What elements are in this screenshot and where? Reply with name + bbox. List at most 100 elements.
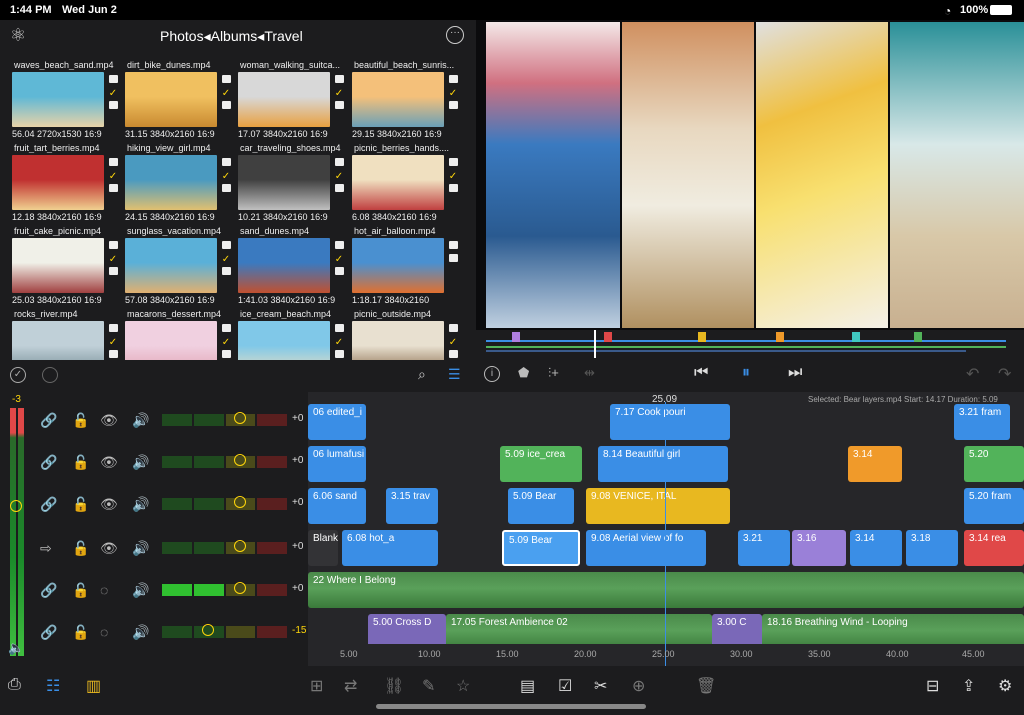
media-thumbnail[interactable]: ice_cream_beach.mp4 ✓ xyxy=(238,309,350,360)
volume-icon[interactable]: 🔊 xyxy=(132,454,149,471)
video-clip[interactable]: 3.14 xyxy=(848,446,902,482)
video-clip[interactable]: 06 edited_i xyxy=(308,404,366,440)
atom-icon[interactable]: ⚛ xyxy=(10,25,26,46)
edit-icon[interactable]: ✎ xyxy=(422,676,435,696)
transition-icon[interactable]: ⇄ xyxy=(344,676,357,696)
audio-clip[interactable]: 3.00 C xyxy=(712,614,762,644)
volume-icon[interactable]: 🔊 xyxy=(132,496,149,513)
layout-icon[interactable]: ⊟ xyxy=(926,676,939,696)
visibility-eye-icon[interactable]: ◌ xyxy=(100,624,108,640)
video-clip[interactable]: 6.08 hot_a xyxy=(342,530,438,566)
more-options-icon[interactable]: ··· xyxy=(446,26,464,44)
media-thumbnail[interactable]: picnic_berries_hands.... 6.08 3840x2160 1… xyxy=(352,143,464,225)
track-volume-slider[interactable] xyxy=(162,412,287,426)
visibility-eye-icon[interactable]: 👁 xyxy=(100,496,118,513)
lock-icon[interactable]: 🔓 xyxy=(72,540,89,557)
track-list-icon[interactable]: ☷ xyxy=(46,676,60,696)
visibility-eye-icon[interactable]: 👁 xyxy=(100,454,118,471)
clip-editor-icon[interactable]: ▤ xyxy=(520,676,535,696)
lock-icon[interactable]: 🔓 xyxy=(72,412,89,429)
link-icon[interactable]: 🔗 xyxy=(40,454,57,471)
volume-knob[interactable] xyxy=(234,454,246,466)
volume-knob[interactable] xyxy=(234,412,246,424)
audio-mixer-icon[interactable]: ▥ xyxy=(86,676,101,696)
overview-playhead[interactable] xyxy=(594,330,596,358)
visibility-eye-icon[interactable]: 👁 xyxy=(100,412,118,429)
skip-back-icon[interactable]: ⏮ xyxy=(694,364,708,382)
main-track-icon[interactable]: ⇨ xyxy=(40,540,52,557)
settings-gear-icon[interactable]: ⚙ xyxy=(998,676,1012,696)
link-icon[interactable]: 🔗 xyxy=(40,624,57,641)
media-thumbnail[interactable]: car_traveling_shoes.mp4 10.21 3840x2160 1… xyxy=(238,143,350,225)
speaker-icon[interactable]: 🔈 xyxy=(8,640,24,656)
add-clip-icon[interactable]: ⊞ xyxy=(310,676,323,696)
media-thumbnail[interactable]: waves_beach_sand.mp4 56.04 2720x1530 16:9… xyxy=(12,60,124,142)
visibility-eye-icon[interactable]: 👁 xyxy=(100,540,118,557)
video-clip[interactable]: 9.08 Aerial view of fo xyxy=(586,530,706,566)
checkmark-circle-icon[interactable]: ✓ xyxy=(10,367,26,383)
video-clip[interactable]: 5.09 Bear xyxy=(502,530,580,566)
video-clip[interactable]: 3.21 fram xyxy=(954,404,1010,440)
media-thumbnail[interactable]: beautiful_beach_sunris... 29.15 3840x2160… xyxy=(352,60,464,142)
media-thumbnail[interactable]: hiking_view_girl.mp4 24.15 3840x2160 16:9… xyxy=(125,143,237,225)
media-thumbnail[interactable]: fruit_tart_berries.mp4 12.18 3840x2160 16… xyxy=(12,143,124,225)
add-marker-icon[interactable]: ⬟ xyxy=(518,365,529,381)
share-icon[interactable]: ⇪ xyxy=(962,676,975,696)
video-clip[interactable]: 3.18 xyxy=(906,530,958,566)
volume-knob[interactable] xyxy=(234,540,246,552)
master-volume-knob[interactable] xyxy=(10,500,22,512)
video-clip[interactable]: 06 lumafusi xyxy=(308,446,366,482)
time-ruler[interactable]: 5.00 10.00 15.00 20.00 25.00 30.00 35.00 40.00 4… xyxy=(308,644,1024,664)
media-thumbnail[interactable]: fruit_cake_picnic.mp4 25.03 3840x2160 16:… xyxy=(12,226,124,308)
add-icon[interactable]: ⊕ xyxy=(632,676,645,696)
video-clip[interactable]: 3.14 rea xyxy=(964,530,1024,566)
video-clip[interactable]: 8.14 Beautiful girl xyxy=(598,446,728,482)
video-clip[interactable]: 9.08 VENICE, ITAL xyxy=(586,488,730,524)
media-thumbnail[interactable]: hot_air_balloon.mp4 1:18.17 3840x2160 xyxy=(352,226,464,308)
video-clip[interactable]: 3.16 xyxy=(792,530,846,566)
skip-forward-icon[interactable]: ⏭ xyxy=(788,364,802,382)
select-icon[interactable]: ☑ xyxy=(558,676,572,696)
video-clip[interactable]: 6.06 sand xyxy=(308,488,366,524)
media-thumbnail[interactable]: sunglass_vacation.mp4 57.08 3840x2160 16:… xyxy=(125,226,237,308)
volume-knob[interactable] xyxy=(234,496,246,508)
video-clip[interactable]: Blank xyxy=(308,530,338,566)
track-volume-slider[interactable] xyxy=(162,582,287,596)
link-icon[interactable]: 🔗 xyxy=(40,496,57,513)
cut-icon[interactable]: ✂ xyxy=(594,676,607,696)
lock-icon[interactable]: 🔓 xyxy=(72,624,89,641)
link-icon[interactable]: ⛓ xyxy=(384,676,404,696)
split-icon[interactable]: ⇹ xyxy=(584,365,595,381)
video-clip[interactable]: 5.09 Bear xyxy=(508,488,574,524)
pause-icon[interactable]: ⏸ xyxy=(742,364,750,382)
lock-icon[interactable]: 🔓 xyxy=(72,454,89,471)
audio-clip[interactable]: 17.05 Forest Ambience 02 xyxy=(446,614,712,644)
playhead[interactable] xyxy=(665,402,666,666)
audio-clip[interactable]: 18.16 Breathing Wind - Looping xyxy=(762,614,1024,644)
volume-icon[interactable]: 🔊 xyxy=(132,624,149,641)
video-clip[interactable]: 3.15 trav xyxy=(386,488,438,524)
video-clip[interactable]: 7.17 Cook pouri xyxy=(610,404,730,440)
search-icon[interactable]: ⌕ xyxy=(418,366,426,383)
track-volume-slider[interactable] xyxy=(162,540,287,554)
media-thumbnail[interactable]: sand_dunes.mp4 1:41.03 3840x2160 16:9 ✓ xyxy=(238,226,350,308)
lock-icon[interactable]: 🔓 xyxy=(72,582,89,599)
track-volume-slider[interactable] xyxy=(162,496,287,510)
list-view-icon[interactable]: ☰ xyxy=(448,366,461,383)
video-clip[interactable]: 5.20 fram xyxy=(964,488,1024,524)
info-icon[interactable]: i xyxy=(484,366,500,382)
volume-icon[interactable]: 🔊 xyxy=(132,582,149,599)
video-clip[interactable]: 5.20 xyxy=(964,446,1024,482)
media-thumbnail[interactable]: macarons_dessert.mp4 ✓ xyxy=(125,309,237,360)
lock-icon[interactable]: 🔓 xyxy=(72,496,89,513)
media-thumbnail[interactable]: rocks_river.mp4 ✓ xyxy=(12,309,124,360)
video-clip[interactable]: 5.09 ice_crea xyxy=(500,446,582,482)
redo-icon[interactable]: ↷ xyxy=(998,364,1011,384)
timeline-tracks[interactable]: 06 edited_i 7.17 Cook pouri 3.21 fram 06 lu… xyxy=(308,404,1024,644)
volume-icon[interactable]: 🔊 xyxy=(132,412,149,429)
record-icon[interactable] xyxy=(42,367,58,383)
video-clip[interactable]: 3.14 xyxy=(850,530,902,566)
trash-icon[interactable]: 🗑 xyxy=(696,676,716,696)
track-volume-slider[interactable] xyxy=(162,624,287,638)
media-thumbnail[interactable]: woman_walking_suitca... 17.07 3840x2160 1… xyxy=(238,60,350,142)
